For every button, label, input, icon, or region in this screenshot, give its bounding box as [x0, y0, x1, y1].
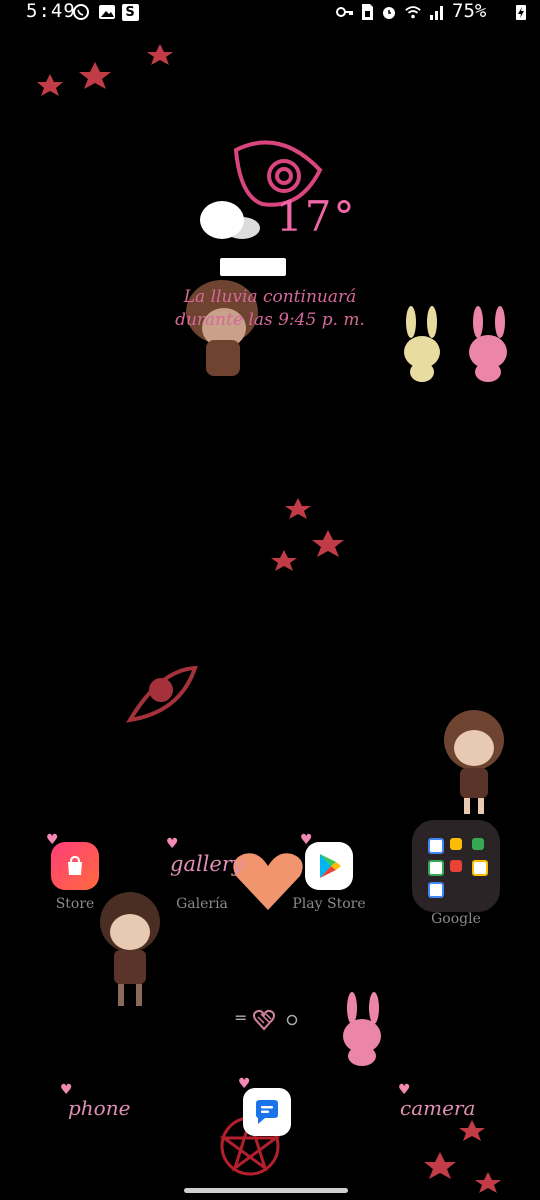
gallery-icon: [178, 842, 226, 890]
folder-app-icon: [472, 860, 488, 876]
s-app-icon: S: [121, 3, 139, 21]
play-store-label: Play Store: [292, 896, 366, 912]
forecast-line-1: La lluvia continuará: [183, 287, 357, 307]
bunny-yellow: [404, 306, 440, 382]
star-cluster-bottom: [424, 1120, 501, 1193]
google-label: Google: [431, 911, 481, 927]
gallery-label: Galería: [176, 896, 228, 912]
folder-app-icon: [428, 860, 444, 876]
store-label: Store: [55, 896, 95, 912]
whatsapp-icon: [72, 3, 90, 21]
battery-charging-icon: [512, 3, 530, 21]
cloud-icon: [200, 201, 260, 239]
page-dot-icon: [286, 1014, 298, 1026]
google-folder[interactable]: [412, 820, 500, 912]
star-cluster-middle: [271, 498, 344, 571]
play-store-icon: [305, 842, 353, 890]
gallery-notification-icon: [98, 3, 116, 21]
current-page-heart-icon: [253, 1009, 275, 1031]
message-bubble-icon: [256, 1100, 278, 1124]
folder-app-icon: [450, 860, 462, 872]
gesture-navigation-bar[interactable]: [184, 1188, 348, 1193]
messages-app[interactable]: [243, 1088, 291, 1136]
gallery-app[interactable]: Galería: [157, 842, 247, 912]
character-right: [444, 710, 504, 814]
folder-app-icon: [428, 882, 444, 898]
vpn-key-icon: [336, 3, 354, 21]
status-bar: 5:49 S 75%: [0, 0, 540, 26]
folder-app-icon: [428, 838, 444, 854]
folder-app-icon: [450, 838, 462, 850]
wifi-icon: [404, 3, 422, 21]
folder-app-icon: [472, 838, 484, 850]
eye-doodle-left: [126, 665, 198, 723]
bunny-pink-top: [469, 306, 507, 382]
temperature: 17°: [276, 192, 357, 241]
page-indicator[interactable]: =: [234, 1008, 304, 1032]
weather-forecast: La lluvia continuará durante las 9:45 p.…: [160, 286, 380, 332]
phone-app[interactable]: phone: [68, 1096, 130, 1120]
play-store-app[interactable]: Play Store: [284, 842, 374, 912]
bunny-pink-bottom: [343, 992, 381, 1066]
forecast-line-2: durante las 9:45 p. m.: [175, 310, 365, 330]
store-app[interactable]: Store: [30, 842, 120, 912]
location-redacted: [220, 258, 286, 276]
sim-card-icon: [358, 3, 376, 21]
star-cluster-top: [37, 44, 173, 96]
battery-percent: 75%: [452, 0, 487, 22]
camera-app[interactable]: camera: [400, 1096, 475, 1120]
page-menu-indicator: =: [234, 1008, 248, 1027]
clock-time: 5:49: [26, 0, 76, 22]
signal-icon: [428, 3, 446, 21]
alarm-icon: [380, 3, 398, 21]
shopping-bag-icon: [51, 842, 99, 890]
